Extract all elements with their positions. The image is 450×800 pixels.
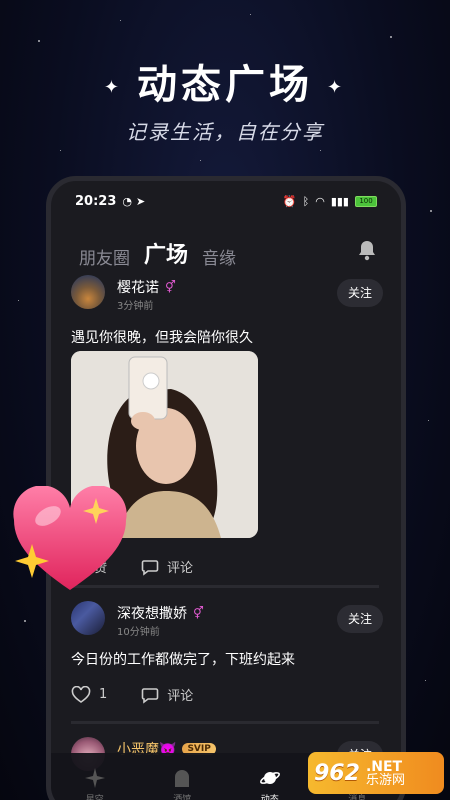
post-actions: 1 评论 xyxy=(71,685,193,704)
like-button[interactable]: 1 xyxy=(71,685,108,704)
female-gender-icon: ⚥ xyxy=(193,606,204,620)
tavern-icon xyxy=(175,770,190,787)
follow-button[interactable]: 关注 xyxy=(337,279,383,307)
heart-outline-icon xyxy=(71,685,91,703)
wifi-icon: ◠ xyxy=(315,194,325,208)
comment-button[interactable]: 评论 xyxy=(141,557,193,576)
heart-sticker-icon xyxy=(13,486,127,590)
female-gender-icon: ⚥ xyxy=(165,280,176,294)
status-bar: 20:23 ◔ ➤ ⏰ ᛒ ◠ ▮▮▮ 100 xyxy=(51,181,401,221)
alarm-icon: ⏰ xyxy=(282,194,297,208)
whatsapp-icon: ◔ xyxy=(122,194,132,208)
battery-icon: 100 xyxy=(355,195,377,207)
post-text: 今日份的工作都做完了，下班约起来 xyxy=(71,652,295,668)
post-username[interactable]: 樱花诺 xyxy=(117,277,159,297)
comment-icon xyxy=(141,687,159,704)
watermark-number: 962 xyxy=(314,760,360,786)
tab-square[interactable]: 广场 xyxy=(144,237,188,269)
post-username[interactable]: 深夜想撒娇 xyxy=(117,603,187,623)
comment-label: 评论 xyxy=(167,689,194,704)
site-watermark: 962 .NET 乐游网 xyxy=(308,752,444,794)
post-time: 3分钟前 xyxy=(117,301,154,312)
hero-title: ✦ 动态广场 ✦ xyxy=(103,62,347,108)
feed-tabs: 朋友圈 广场 音缘 xyxy=(79,233,381,269)
status-time: 20:23 xyxy=(75,193,117,209)
nav-label: 星空 xyxy=(85,795,104,800)
like-count: 1 xyxy=(99,687,108,702)
nav-label: 动态 xyxy=(260,795,279,800)
tab-friends[interactable]: 朋友圈 xyxy=(79,244,130,269)
bluetooth-icon: ᛒ xyxy=(302,194,310,208)
comment-label: 评论 xyxy=(167,561,194,576)
sparkle-icon xyxy=(84,768,105,788)
post-text: 遇见你很晚，但我会陪你很久 xyxy=(71,330,253,346)
nav-label: 酒馆 xyxy=(173,795,192,800)
avatar[interactable] xyxy=(71,601,105,635)
sparkle-right-icon: ✦ xyxy=(327,76,347,98)
watermark-net: .NET xyxy=(365,758,403,775)
post-item: 深夜想撒娇 ⚥ 10分钟前 关注 今日份的工作都做完了，下班约起来 1 评论 xyxy=(51,601,401,711)
sparkle-left-icon: ✦ xyxy=(103,76,123,98)
watermark-cn: 乐游网 xyxy=(365,772,405,788)
comment-icon xyxy=(141,559,159,576)
planet-icon xyxy=(259,772,280,784)
signal-icon: ▮▮▮ xyxy=(330,194,349,208)
post-time: 10分钟前 xyxy=(117,627,160,638)
bell-icon[interactable] xyxy=(357,239,377,261)
avatar[interactable] xyxy=(71,275,105,309)
follow-button[interactable]: 关注 xyxy=(337,605,383,633)
nav-item-jiuguan[interactable]: 酒馆 xyxy=(152,767,212,800)
hero-subtitle: 记录生活，自在分享 xyxy=(126,120,324,144)
nav-item-xingkong[interactable]: 星空 xyxy=(65,767,125,800)
nav-item-dongtai[interactable]: 动态 xyxy=(240,767,300,800)
tab-yinyuan[interactable]: 音缘 xyxy=(202,244,236,269)
telegram-icon: ➤ xyxy=(136,194,146,208)
comment-button[interactable]: 评论 xyxy=(141,685,193,704)
post-divider xyxy=(71,721,379,724)
